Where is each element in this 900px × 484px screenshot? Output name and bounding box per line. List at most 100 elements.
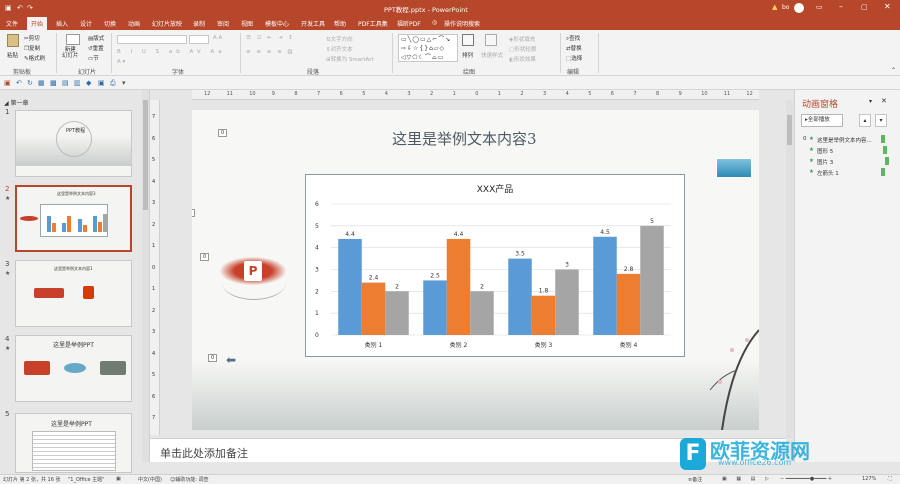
undo-icon[interactable]: ↶ (16, 79, 22, 87)
avatar[interactable] (794, 3, 804, 13)
align-buttons[interactable]: ≡ ≡ ≡ ≡ ▥ (246, 49, 295, 55)
find-button[interactable]: ⌕查找 (566, 34, 580, 43)
left-arrow-shape[interactable]: ⬅ (226, 353, 236, 367)
layout-button[interactable]: ▤版式 (88, 34, 104, 42)
landscape-image[interactable] (716, 158, 752, 178)
save-icon[interactable]: ▣ (5, 4, 12, 12)
animation-tag[interactable]: 0 (200, 253, 210, 261)
animation-item[interactable]: ★ 图形 5 (803, 146, 895, 156)
image-icon[interactable]: ▩ (50, 79, 57, 87)
move-up-icon[interactable]: ▴ (859, 114, 871, 127)
arrange-icon[interactable] (462, 34, 474, 46)
bar-chart[interactable]: XXX产品 0 1 2 3 4 5 6 4.4 2.4 2 类别 1 2.5 4.4 2 类别 2 3.5 1.… (305, 174, 685, 357)
replace-button[interactable]: ⇄替换 (566, 44, 582, 52)
paste-button[interactable]: 粘贴 (7, 51, 18, 59)
notes-toggle[interactable]: ≡备注 (688, 476, 702, 483)
select-button[interactable]: ⬚选择 (566, 54, 582, 62)
chart-icon[interactable]: ▥ (74, 79, 81, 87)
customize-qat-icon[interactable]: ▾ (122, 79, 126, 87)
reset-button[interactable]: ↺重置 (88, 44, 104, 52)
cut-button[interactable]: ✂剪切 (24, 34, 40, 42)
warning-icon[interactable]: ▲ (772, 3, 777, 11)
shapes-gallery[interactable]: ▭╲◯▭△⌐⌒↘ ⇨⇩☆{}⌂▱◇ ◁▽⬠☾⌒⌓▭ (398, 34, 458, 62)
quick-styles-button[interactable]: 快速样式 (481, 51, 503, 59)
play-all-button[interactable]: ▸全部播放 (801, 114, 843, 127)
undo-icon[interactable]: ↶ (17, 4, 23, 12)
animation-item[interactable]: ★ 图片 3 (803, 157, 895, 167)
section-button[interactable]: ▭节 (88, 54, 99, 62)
text-direction-button[interactable]: ⇅文字方向 (326, 35, 353, 43)
slideshow-icon[interactable]: ▦ (38, 79, 45, 87)
slide-title[interactable]: 这里是举例文本内容3 (392, 128, 537, 149)
tab-design[interactable]: 设计 (80, 19, 92, 28)
tab-help[interactable]: 帮助 (334, 19, 346, 28)
tab-pdf-tools[interactable]: PDF工具集 (358, 19, 388, 28)
font-size-box[interactable] (189, 35, 209, 44)
accessibility-status[interactable]: ☺辅助功能: 调查 (170, 476, 209, 483)
redo-icon[interactable]: ↻ (27, 79, 33, 87)
animation-item[interactable]: ★ 左箭头 1 (803, 168, 895, 178)
tab-review[interactable]: 审阅 (217, 19, 229, 28)
grow-font-icon[interactable]: A A (213, 35, 222, 41)
redo-icon[interactable]: ↷ (27, 4, 33, 12)
animation-item[interactable]: 0 ★ 这里是举例文本内容... (803, 135, 895, 145)
minimize-icon[interactable]: – (839, 2, 843, 11)
timing-bar[interactable] (881, 168, 885, 176)
tab-foxit-pdf[interactable]: 福昕PDF (397, 19, 421, 28)
close-icon[interactable]: ✕ (884, 2, 891, 11)
format-painter-button[interactable]: ✎格式刷 (24, 54, 45, 62)
close-icon[interactable]: ✕ (881, 97, 887, 105)
tab-view[interactable]: 视图 (241, 19, 253, 28)
align-text-button[interactable]: ⇕对齐文本 (326, 45, 353, 53)
lightbulb-icon[interactable]: ◎ (432, 19, 437, 26)
shape-icon[interactable]: ◆ (86, 79, 91, 87)
zoom-level[interactable]: 127% (862, 476, 876, 482)
list-buttons[interactable]: ☰ ☷ ⇤ ⇥ ↕ (246, 35, 295, 41)
dropdown-icon[interactable]: ▾ (869, 98, 872, 105)
notes-placeholder[interactable]: 单击此处添加备注 (160, 445, 248, 461)
smartart-button[interactable]: ⊞转换为 SmartArt (326, 55, 374, 63)
scrollbar-thumb[interactable] (143, 100, 148, 210)
screenshot-icon[interactable]: ▣ (98, 79, 105, 87)
editor-scrollbar[interactable] (786, 100, 793, 438)
tab-insert[interactable]: 插入 (56, 19, 68, 28)
tab-animations[interactable]: 动画 (128, 19, 140, 28)
save-icon[interactable]: ▣ (4, 79, 11, 87)
section-header[interactable]: ◢ 第一章 (4, 98, 29, 107)
slide-thumbnail-5[interactable]: 这里是举例PPT (15, 413, 132, 473)
user-name[interactable]: bo (782, 4, 789, 11)
arrange-button[interactable]: 排列 (462, 51, 473, 59)
new-slide-icon[interactable] (66, 34, 80, 45)
animation-tag[interactable]: 0 (208, 354, 218, 362)
slide-thumbnail-2[interactable]: 这里是举例文本内容3 (15, 185, 132, 252)
slide-thumbnail-3[interactable]: 这里是举例文本内容1 (15, 260, 132, 327)
paste-icon[interactable] (7, 34, 19, 47)
thumbnail-scrollbar[interactable] (142, 90, 149, 462)
move-down-icon[interactable]: ▾ (875, 114, 887, 127)
tab-template-center[interactable]: 模板中心 (265, 19, 289, 28)
quick-styles-icon[interactable] (485, 34, 497, 46)
slide-thumbnail-1[interactable]: PPT教程 (15, 110, 132, 177)
language[interactable]: 中文(中国) (138, 476, 162, 483)
scrollbar-thumb[interactable] (787, 115, 792, 145)
slide-thumbnail-4[interactable]: 这里是举例PPT (15, 335, 132, 402)
ribbon-display-icon[interactable]: ▭ (816, 3, 823, 11)
timing-bar[interactable] (881, 135, 885, 143)
tab-transitions[interactable]: 切换 (104, 19, 116, 28)
new-slide-button[interactable]: 新建 幻灯片 (62, 47, 79, 59)
tell-me-search[interactable]: 操作说明搜索 (444, 19, 480, 28)
font-style-buttons[interactable]: B I U S ab AV Aa (117, 49, 226, 55)
tab-slideshow[interactable]: 幻灯片放映 (152, 19, 182, 28)
collapse-ribbon-icon[interactable]: ⌃ (891, 67, 896, 74)
shape-effects-button[interactable]: ◐形状效果 (509, 55, 536, 63)
animation-tag[interactable]: 0 (192, 209, 196, 217)
font-color-icon[interactable]: A ▾ (117, 59, 125, 65)
tab-record[interactable]: 录制 (193, 19, 205, 28)
font-name-box[interactable] (117, 35, 187, 44)
print-icon[interactable]: ⎙ (110, 79, 116, 88)
copy-button[interactable]: ❐复制 (24, 44, 40, 52)
tab-developer[interactable]: 开发工具 (301, 19, 325, 28)
timing-bar[interactable] (885, 157, 889, 165)
zoom-slider[interactable]: − ━━━━━━━━●━━━━ + (780, 476, 832, 482)
shape-fill-button[interactable]: ◈形状填充 (509, 35, 535, 43)
